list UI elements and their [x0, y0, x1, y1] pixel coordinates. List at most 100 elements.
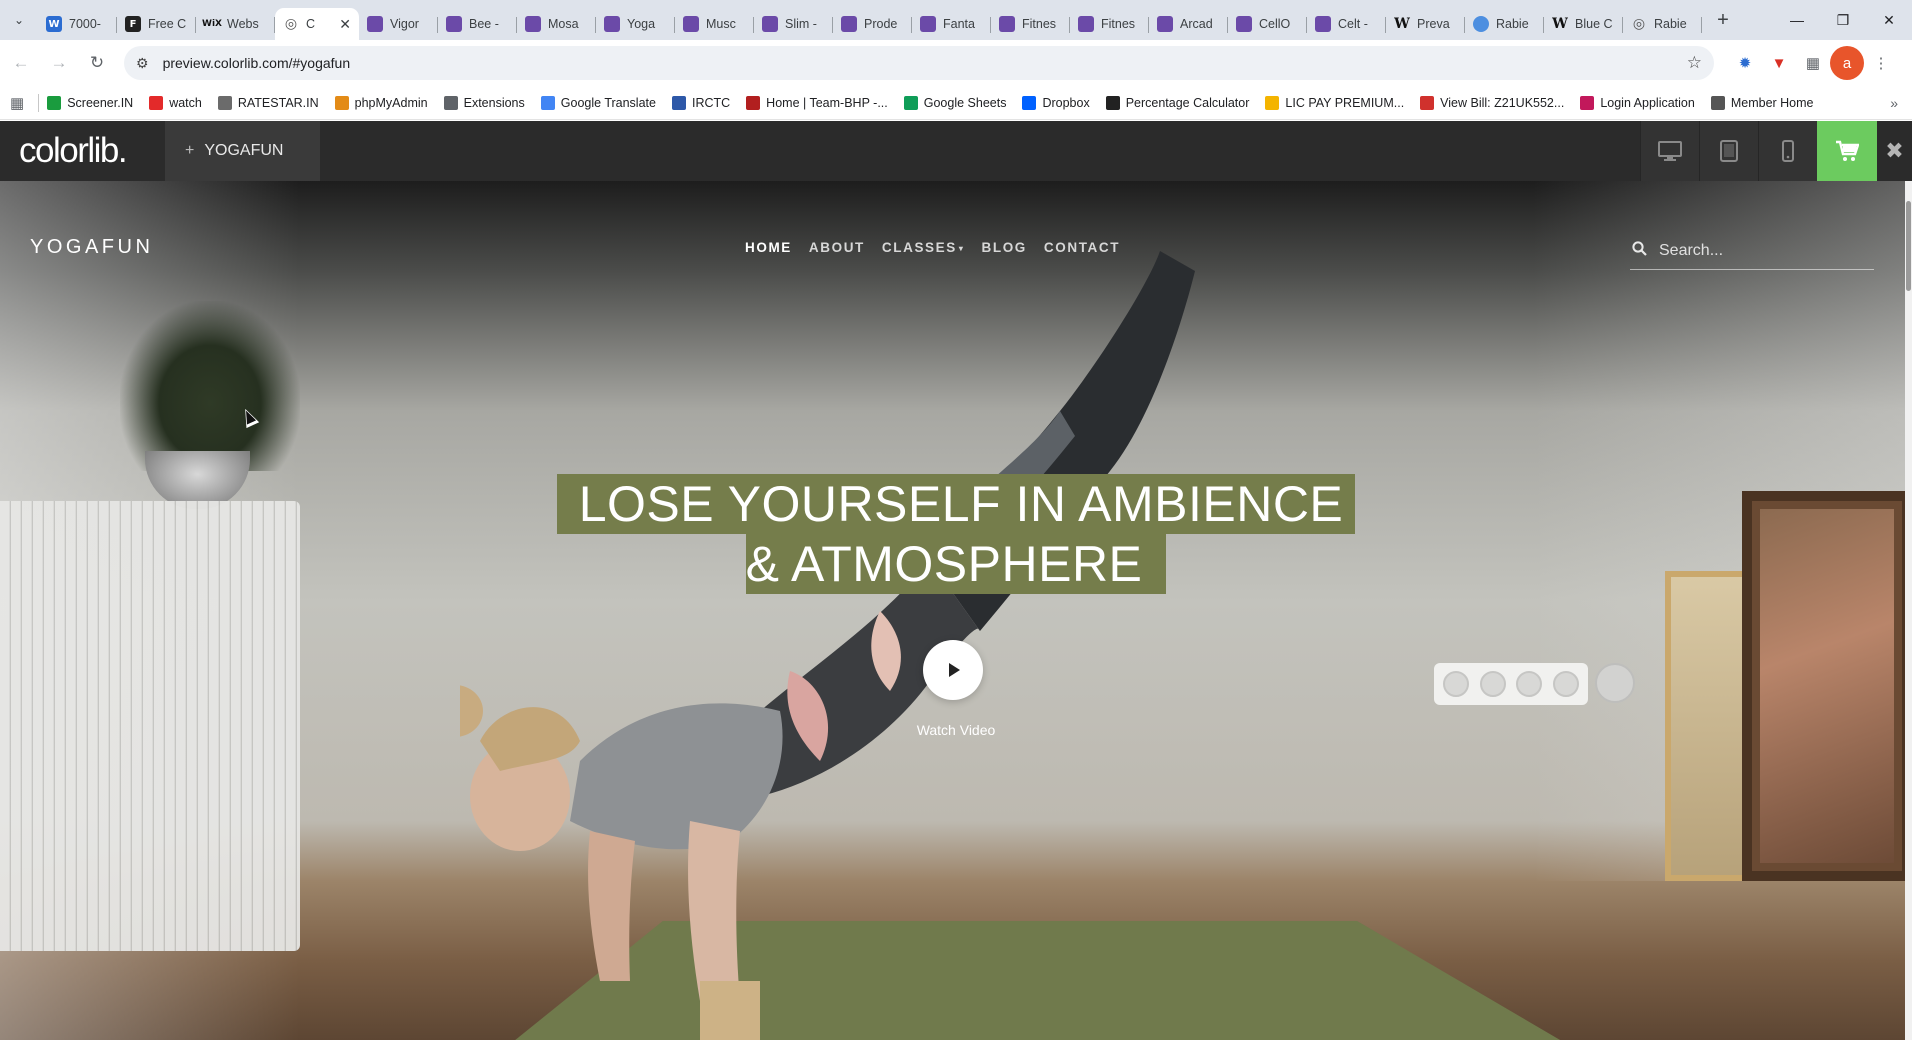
new-tab-button[interactable]: + — [1706, 3, 1740, 37]
colorlib-icon — [762, 16, 778, 32]
shopping-cart-icon[interactable] — [1817, 121, 1877, 181]
watch-video-link[interactable]: Watch Video — [0, 722, 1912, 738]
browser-tab[interactable]: Celt - — [1307, 8, 1386, 40]
browser-tab[interactable]: Mosa — [517, 8, 596, 40]
browser-tab[interactable]: ◎ C ✕ — [275, 8, 359, 40]
reload-button[interactable]: ↻ — [80, 46, 114, 80]
bookmark-item[interactable]: Google Translate — [540, 95, 656, 110]
browser-tab[interactable]: Arcad — [1149, 8, 1228, 40]
bookmark-item[interactable]: LIC PAY PREMIUM... — [1265, 95, 1404, 110]
profile-avatar[interactable]: a — [1830, 46, 1864, 80]
tab-title: Yoga — [627, 17, 656, 31]
browser-tab[interactable]: Fitnes — [991, 8, 1070, 40]
address-bar: ← → ↻ ⚙ preview.colorlib.com/#yogafun ☆ … — [0, 40, 1912, 86]
bookmark-label: Home | Team-BHP -... — [766, 95, 888, 110]
forward-button[interactable]: → — [42, 46, 76, 80]
browser-tab[interactable]: WiX Webs — [196, 8, 275, 40]
browser-tab[interactable]: Yoga — [596, 8, 675, 40]
colorlib-icon — [1315, 16, 1331, 32]
nav-item-blog[interactable]: BLOG — [982, 240, 1027, 255]
extensions-puzzle-icon[interactable]: ▦ — [1796, 46, 1830, 80]
browser-tab[interactable]: Slim - — [754, 8, 833, 40]
bookmark-favicon-icon — [746, 95, 761, 110]
bookmark-item[interactable]: phpMyAdmin — [334, 95, 428, 110]
plus-icon: + — [185, 142, 195, 159]
colorlib-icon — [367, 16, 383, 32]
browser-tab[interactable]: Rabie — [1465, 8, 1544, 40]
nav-item-contact[interactable]: CONTACT — [1044, 240, 1120, 255]
bookmark-label: Dropbox — [1042, 95, 1090, 110]
bookmark-item[interactable]: IRCTC — [671, 95, 730, 110]
bookmark-favicon-icon — [1105, 95, 1120, 110]
minimize-icon[interactable]: — — [1774, 0, 1820, 40]
page-scrollbar[interactable] — [1905, 181, 1912, 1040]
nav-item-classes[interactable]: CLASSES ▾ — [882, 240, 965, 255]
browser-tab[interactable]: Fitnes — [1070, 8, 1149, 40]
tab-title: C — [306, 17, 316, 31]
restore-icon[interactable]: ❐ — [1820, 0, 1866, 40]
bookmark-item[interactable]: RATESTAR.IN — [217, 95, 319, 110]
browser-tab[interactable]: W 7000- — [38, 8, 117, 40]
extension-blue-icon[interactable]: ✹ — [1728, 46, 1762, 80]
more-bookmarks-icon[interactable]: » — [1890, 95, 1898, 111]
mobile-view-icon[interactable] — [1758, 121, 1817, 181]
bookmark-item[interactable]: Home | Team-BHP -... — [746, 95, 888, 110]
tab-title: CellO — [1259, 17, 1291, 31]
browser-tab[interactable]: W Blue C — [1544, 8, 1623, 40]
tab-title: Fitnes — [1022, 17, 1057, 31]
scrollbar-thumb[interactable] — [1906, 201, 1911, 291]
site-info-icon[interactable]: ⚙ — [136, 55, 149, 72]
bookmark-favicon-icon — [1265, 95, 1280, 110]
nav-item-home[interactable]: HOME — [745, 240, 792, 255]
browser-menu-icon[interactable]: ⋮ — [1864, 46, 1898, 80]
browser-tab[interactable]: Fanta — [912, 8, 991, 40]
colorlib-icon — [525, 16, 541, 32]
browser-tab[interactable]: W Preva — [1386, 8, 1465, 40]
site-search — [1630, 232, 1874, 270]
tab-title: Fitnes — [1101, 17, 1136, 31]
browser-tab[interactable]: ◎ Rabie — [1623, 8, 1702, 40]
bookmark-favicon-icon — [1022, 95, 1037, 110]
site-logo[interactable]: YOGAFUN — [30, 236, 153, 259]
bookmark-item[interactable]: Member Home — [1710, 95, 1814, 110]
theme-selector[interactable]: + YOGAFUN — [165, 121, 320, 181]
url-text[interactable]: preview.colorlib.com/#yogafun — [163, 55, 1687, 71]
bookmark-item[interactable]: Dropbox — [1022, 95, 1090, 110]
bookmark-item[interactable]: Google Sheets — [903, 95, 1006, 110]
bookmark-star-icon[interactable]: ☆ — [1687, 53, 1702, 73]
bookmark-favicon-icon — [1580, 95, 1595, 110]
tablet-view-icon[interactable] — [1699, 121, 1758, 181]
colorlib-logo[interactable]: colorlib. — [0, 121, 165, 181]
apps-grid-icon[interactable]: ▦ — [10, 94, 24, 112]
browser-tab[interactable]: Musc — [675, 8, 754, 40]
play-icon — [949, 663, 960, 677]
close-preview-icon[interactable]: ✖ — [1877, 121, 1912, 181]
play-video-button[interactable] — [923, 640, 983, 700]
bookmark-item[interactable]: View Bill: Z21UK552... — [1420, 95, 1564, 110]
tab-title: Free C — [148, 17, 187, 31]
desktop-view-icon[interactable] — [1640, 121, 1699, 181]
bookmark-item[interactable]: Screener.IN — [47, 95, 133, 110]
tab-title: Vigor — [390, 17, 419, 31]
search-input[interactable] — [1659, 241, 1849, 260]
bookmark-label: Login Application — [1600, 95, 1695, 110]
tab-close-icon[interactable]: ✕ — [339, 16, 351, 33]
browser-tab[interactable]: F Free C — [117, 8, 196, 40]
tab-title: Fanta — [943, 17, 975, 31]
bookmark-item[interactable]: Login Application — [1580, 95, 1695, 110]
close-window-icon[interactable]: ✕ — [1866, 0, 1912, 40]
bookmark-item[interactable]: Percentage Calculator — [1105, 95, 1249, 110]
nav-label: CLASSES — [881, 240, 957, 255]
bookmark-item[interactable]: watch — [149, 95, 202, 110]
browser-tab[interactable]: Prode — [833, 8, 912, 40]
browser-tab[interactable]: Bee - — [438, 8, 517, 40]
extension-shield-icon[interactable]: ▼ — [1762, 46, 1796, 80]
bookmark-item[interactable]: Extensions — [443, 95, 525, 110]
browser-tab[interactable]: Vigor — [359, 8, 438, 40]
back-button[interactable]: ← — [4, 46, 38, 80]
omnibox[interactable]: ⚙ preview.colorlib.com/#yogafun ☆ — [124, 46, 1714, 80]
nav-item-about[interactable]: ABOUT — [809, 240, 865, 255]
browser-tab[interactable]: CellO — [1228, 8, 1307, 40]
tab-search-chevron-icon[interactable]: ⌄ — [0, 0, 38, 40]
colorlib-icon — [1236, 16, 1252, 32]
